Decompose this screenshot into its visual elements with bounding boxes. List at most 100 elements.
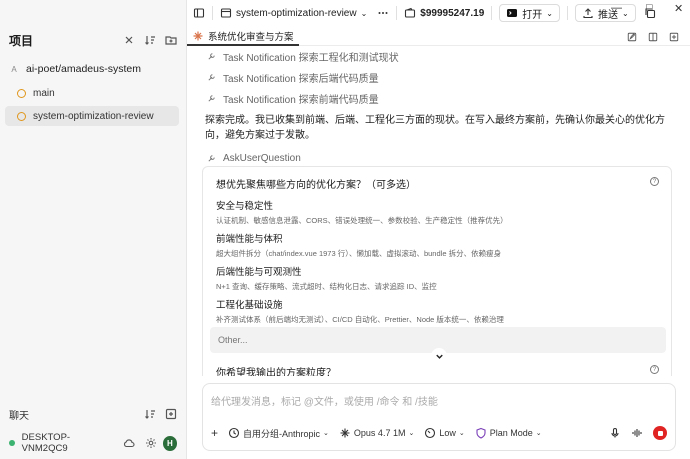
sidebar-toggle-icon[interactable] (193, 7, 205, 19)
tool-call-label: AskUserQuestion (223, 152, 301, 164)
stop-icon (657, 430, 663, 436)
new-chat-icon[interactable] (165, 408, 177, 420)
upload-icon (582, 7, 594, 19)
chat-section-header: 聊天 (9, 407, 177, 422)
chevron-down-icon: ⌄ (360, 8, 368, 18)
question-title: 你希望我输出的方案粒度？ (216, 368, 336, 376)
option-backend-observability[interactable]: 后端性能与可观测性 N+1 查询、缓存策略、流式超时、结构化日志、请求追踪 ID… (216, 264, 437, 292)
effort-selector[interactable]: Low ⌄ (424, 427, 465, 439)
split-view-icon[interactable] (647, 31, 659, 43)
scroll-down-button[interactable] (431, 348, 447, 364)
projects-title: 项目 (9, 33, 34, 48)
conversation-panel: Task Notification 探索工程化和测试现状 Task Notifi… (187, 46, 690, 376)
help-icon[interactable]: ? (650, 365, 659, 374)
wallet-icon (404, 7, 416, 19)
ask-user-question-line[interactable]: AskUserQuestion (205, 152, 301, 164)
claude-spark-icon (192, 30, 204, 42)
branch-status-icon (17, 111, 26, 121)
branch-selector[interactable]: system-optimization-review ⌄ (220, 7, 367, 19)
option-title: 后端性能与可观测性 (216, 267, 302, 278)
maximize-button[interactable]: □ (646, 2, 653, 14)
chevron-down-icon: ⌄ (323, 430, 329, 437)
wrench-icon (205, 72, 217, 84)
group-label: 自用分组-Anthropic (243, 428, 321, 439)
tool-call-label: Task Notification 探索前端代码质量 (223, 95, 379, 106)
cloud-icon[interactable] (123, 437, 135, 449)
option-security[interactable]: 安全与稳定性 认证机制、敏感信息泄露、CORS、错误处理统一、参数校验、生产稳定… (216, 198, 508, 226)
chevron-down-icon (435, 354, 443, 359)
tab-label: 系统优化审查与方案 (208, 31, 294, 43)
tab-conversation[interactable]: 系统优化审查与方案 (187, 28, 299, 46)
settings-gear-icon[interactable] (145, 437, 157, 449)
divider (491, 6, 493, 20)
microphone-icon[interactable] (609, 427, 621, 439)
sidebar: 项目 A ai-poet/amadeus-system main system-… (0, 0, 187, 459)
collapse-icon[interactable] (123, 34, 135, 46)
chevron-down-icon: ⌄ (458, 430, 465, 437)
chevron-down-icon: ⌄ (408, 430, 415, 437)
option-desc: 认证机制、敏感信息泄露、CORS、错误处理统一、参数校验、生产稳定性（推荐优先） (216, 216, 508, 225)
model-selector[interactable]: Opus 4.7 1M ⌄ (339, 427, 414, 439)
projects-header: 项目 (9, 32, 177, 48)
edit-icon[interactable] (626, 31, 638, 43)
option-desc: N+1 查询、缓存策略、流式超时、结构化日志、请求追踪 ID、监控 (216, 282, 437, 291)
wrench-icon (205, 51, 217, 63)
cost-value: $99995247.19 (420, 7, 485, 19)
online-status-icon (9, 440, 15, 446)
new-tab-icon[interactable] (668, 31, 680, 43)
branch-icon (220, 7, 232, 19)
open-label: 打开 (522, 9, 543, 21)
chat-label: 聊天 (9, 410, 29, 422)
gauge-icon (424, 427, 436, 439)
option-title: 工程化基础设施 (216, 300, 283, 311)
machine-name: DESKTOP-VNM2QC9 (21, 432, 71, 454)
avatar[interactable]: H (162, 435, 177, 451)
assistant-message: 探索完成。我已收集到前端、后端、工程化三方面的现状。在写入最终方案前，先确认你最… (205, 115, 665, 141)
shield-icon (475, 427, 487, 439)
question-card: 想优先聚焦哪些方向的优化方案？（可多选） ? 安全与稳定性 认证机制、敏感信息泄… (202, 166, 672, 376)
model-label: Opus 4.7 1M (353, 428, 406, 438)
clock-icon (228, 427, 240, 439)
question-title: 想优先聚焦哪些方向的优化方案？（可多选） (216, 180, 416, 191)
option-frontend-performance[interactable]: 前端性能与体积 超大组件拆分（chat/index.vue 1973 行）、懒加… (216, 231, 501, 259)
wrench-icon (205, 152, 217, 164)
tool-call-line[interactable]: Task Notification 探索前端代码质量 (205, 91, 379, 106)
close-button[interactable]: ✕ (674, 2, 683, 15)
composer-toolbar: + 自用分组-Anthropic ⌄ Opus 4.7 1M ⌄ Low ⌄ P… (211, 426, 667, 440)
option-title: 安全与稳定性 (216, 201, 274, 212)
minimize-button[interactable]: — (611, 2, 622, 14)
wrench-icon (205, 93, 217, 105)
help-icon[interactable]: ? (650, 177, 659, 186)
branch-name: system-optimization-review (236, 7, 357, 19)
mode-selector[interactable]: Plan Mode ⌄ (475, 427, 542, 439)
tool-call-label: Task Notification 探索工程化和测试现状 (223, 53, 399, 64)
group-selector[interactable]: 自用分组-Anthropic ⌄ (228, 427, 329, 440)
sort-icon[interactable] (144, 34, 156, 46)
new-folder-icon[interactable] (165, 34, 177, 46)
more-icon[interactable] (377, 7, 389, 19)
divider (212, 6, 213, 20)
option-engineering-infra[interactable]: 工程化基础设施 补齐测试体系（前后端均无测试）、CI/CD 自动化、Pretti… (216, 297, 504, 325)
chevron-down-icon: ⌄ (535, 430, 542, 437)
branch-item-system-optimization-review[interactable]: system-optimization-review (5, 106, 179, 126)
open-button[interactable]: 打开 ⌄ (499, 4, 560, 22)
tool-call-line[interactable]: Task Notification 探索后端代码质量 (205, 70, 379, 85)
tab-row: 系统优化审查与方案 (187, 28, 690, 46)
repo-letter-icon: A (11, 64, 17, 74)
mode-label: Plan Mode (489, 428, 533, 438)
sort-icon[interactable] (144, 408, 156, 420)
option-desc: 超大组件拆分（chat/index.vue 1973 行）、懒加载、虚拟滚动、b… (216, 249, 502, 258)
tool-call-line[interactable]: Task Notification 探索工程化和测试现状 (205, 49, 399, 64)
add-attachment-button[interactable]: + (211, 426, 218, 440)
stop-button[interactable] (653, 426, 667, 440)
branch-item-main[interactable]: main (5, 83, 179, 103)
status-footer: DESKTOP-VNM2QC9 H (9, 432, 177, 454)
divider (396, 6, 398, 20)
message-input[interactable] (211, 393, 651, 411)
push-button[interactable]: 推送 ⌄ (574, 4, 636, 22)
voice-wave-icon[interactable] (631, 427, 643, 439)
message-composer: + 自用分组-Anthropic ⌄ Opus 4.7 1M ⌄ Low ⌄ (202, 383, 676, 451)
repo-item[interactable]: A ai-poet/amadeus-system (9, 63, 141, 75)
repo-label: ai-poet/amadeus-system (26, 63, 141, 75)
option-desc: 补齐测试体系（前后端均无测试）、CI/CD 自动化、Prettier、Node … (216, 315, 504, 324)
